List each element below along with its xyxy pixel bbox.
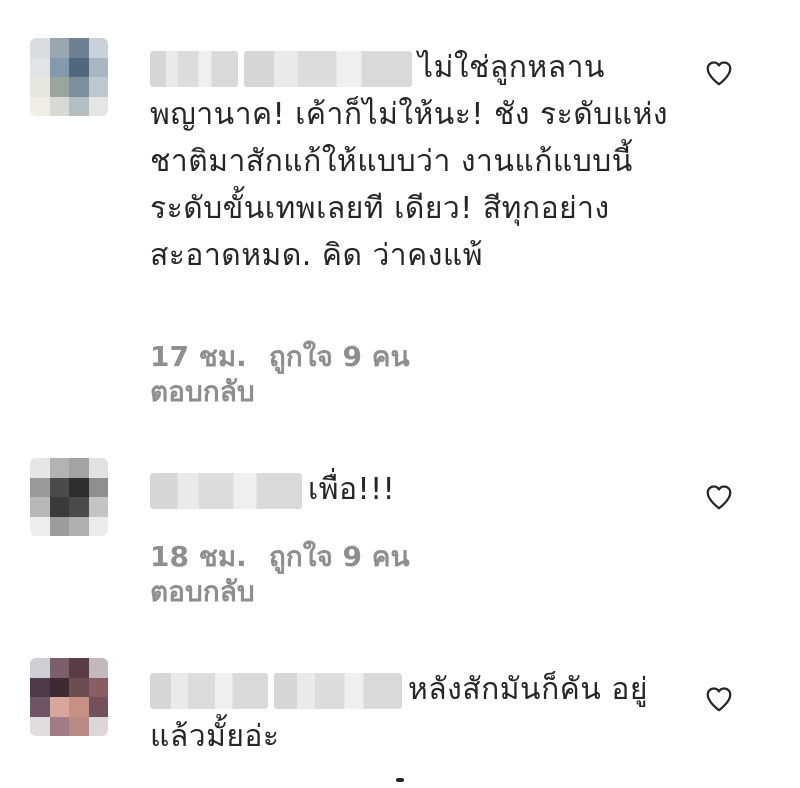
reply-button[interactable]: ตอบกลับ [150,373,255,411]
scroll-indicator [396,778,404,782]
username-redacted[interactable] [150,472,302,509]
username-redacted[interactable] [274,672,402,709]
comment-meta: 18 ชม. ถูกใจ 9 คน [150,538,410,576]
avatar[interactable] [30,458,108,536]
heart-outline-icon[interactable] [704,58,734,88]
comment-text: หลังสักมันก็คัน อยู่แล้วมั้ยอ่ะ [150,672,648,754]
username-redacted[interactable] [150,50,238,87]
avatar[interactable] [30,658,108,736]
comment-likes[interactable]: ถูกใจ 9 คน [269,340,410,373]
username-redacted[interactable] [244,50,412,87]
comment-likes[interactable]: ถูกใจ 9 คน [269,540,410,573]
comment-time[interactable]: 17 ชม. [150,340,247,373]
comment-text: ไม่ใช่ลูกหลาน พญานาค! เค้าก็ไม่ให้นะ! ชั… [150,50,669,273]
comment-time[interactable]: 18 ชม. [150,540,247,573]
comment-text: เพื่อ!!! [150,466,670,513]
comment-meta: 17 ชม. ถูกใจ 9 คน [150,338,410,376]
reply-button[interactable]: ตอบกลับ [150,573,255,611]
avatar[interactable] [30,38,108,116]
heart-outline-icon[interactable] [704,482,734,512]
username-redacted[interactable] [150,672,268,709]
heart-outline-icon[interactable] [704,684,734,714]
